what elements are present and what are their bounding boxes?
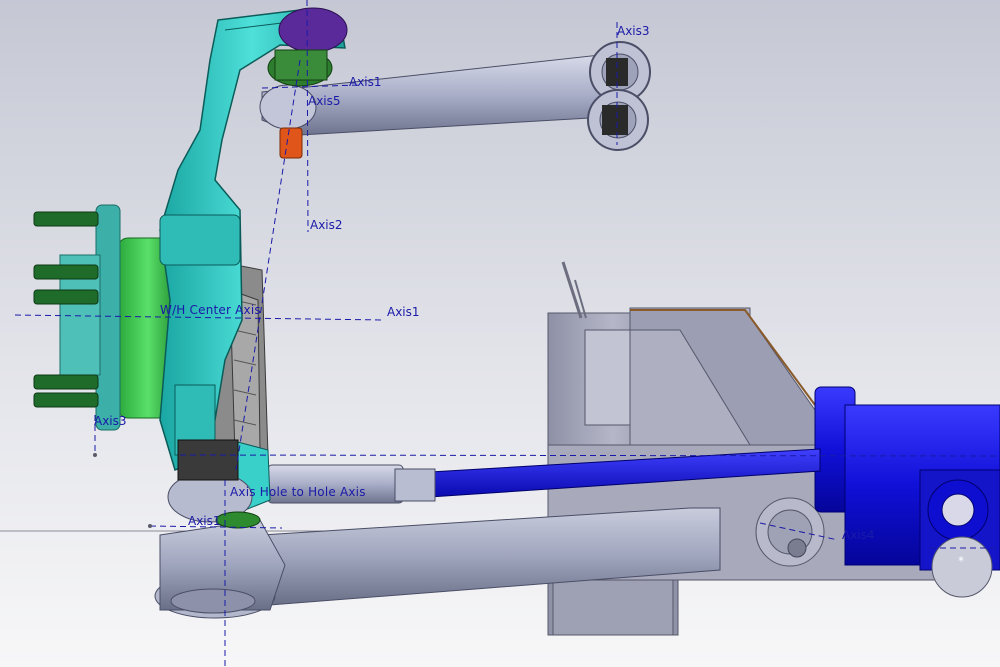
axis4-label[interactable]: Axis4	[842, 528, 875, 542]
axis1-upper-label[interactable]: Axis1	[349, 75, 382, 89]
suspension-assembly-view[interactable]	[0, 0, 1000, 667]
wh-center-axis-label[interactable]: W/H Center Axis	[160, 303, 261, 317]
bump-steer-spacer[interactable]	[279, 127, 303, 159]
cad-viewport[interactable]: Axis3 Axis1 Axis5 Axis2 W/H Center Axis …	[0, 0, 1000, 667]
axis-endpoint-marker	[148, 524, 152, 528]
axis3-left-label[interactable]: Axis3	[94, 414, 127, 428]
axis2-label[interactable]: Axis2	[310, 218, 343, 232]
axis5-label[interactable]: Axis5	[308, 94, 341, 108]
origin-asterisk: *	[958, 554, 964, 568]
axis1-lower-label[interactable]: Axis1	[188, 514, 221, 528]
axis-endpoint-marker	[93, 453, 97, 457]
hole-to-hole-axis-label[interactable]: Axis Hole to Hole Axis	[230, 485, 366, 499]
axis3-top-label[interactable]: Axis3	[617, 24, 650, 38]
axis1-center-label[interactable]: Axis1	[387, 305, 420, 319]
